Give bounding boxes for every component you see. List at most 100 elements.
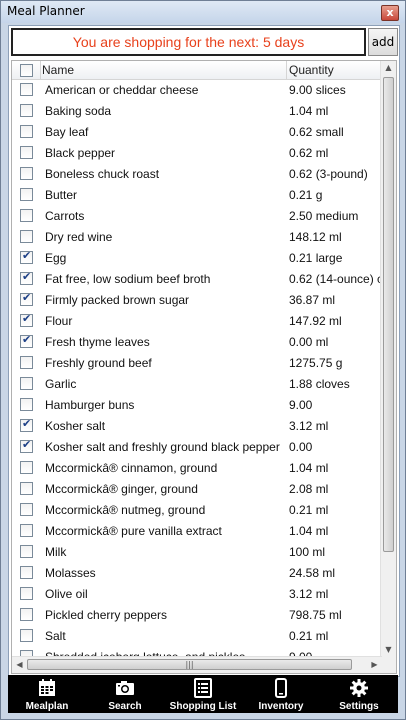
row-checkbox[interactable] — [20, 587, 33, 600]
table-row[interactable]: Olive oil 3.12 ml — [12, 584, 382, 605]
row-checkbox[interactable] — [20, 249, 33, 264]
table-row[interactable]: Molasses 24.58 ml — [12, 563, 382, 584]
row-checkbox[interactable] — [20, 312, 33, 327]
row-checkbox[interactable] — [20, 188, 33, 201]
table-row[interactable]: Carrots 2.50 medium — [12, 206, 382, 227]
horizontal-scroll-thumb[interactable]: ||| — [27, 659, 352, 670]
row-checkbox[interactable] — [20, 377, 33, 390]
table-row[interactable]: Kosher salt 3.12 ml — [12, 416, 382, 437]
vertical-scroll-thumb[interactable] — [383, 77, 394, 552]
nav-shopping-list[interactable]: Shopping List — [164, 675, 242, 713]
table-row[interactable]: Mccormickâ® nutmeg, ground 0.21 ml — [12, 500, 382, 521]
item-name: Fresh thyme leaves — [45, 335, 150, 349]
item-quantity: 0.62 (14-ounce) c — [289, 272, 382, 286]
quantity-column-header[interactable]: Quantity — [289, 63, 334, 77]
table-row[interactable]: Salt 0.21 ml — [12, 626, 382, 647]
table-row[interactable]: Pickled cherry peppers 798.75 ml — [12, 605, 382, 626]
table-row[interactable]: Baking soda 1.04 ml — [12, 101, 382, 122]
nav-mealplan[interactable]: Mealplan — [8, 675, 86, 713]
table-row[interactable]: Hamburger buns 9.00 — [12, 395, 382, 416]
item-name: Firmly packed brown sugar — [45, 293, 190, 307]
row-checkbox[interactable] — [20, 146, 33, 159]
select-all-checkbox[interactable] — [20, 64, 33, 77]
item-name: Black pepper — [45, 146, 116, 160]
table-row[interactable]: Fat free, low sodium beef broth 0.62 (14-… — [12, 269, 382, 290]
item-name: Mccormickâ® ginger, ground — [45, 482, 198, 496]
row-checkbox[interactable] — [20, 83, 33, 96]
nav-search[interactable]: Search — [86, 675, 164, 713]
item-name: Flour — [45, 314, 73, 328]
row-checkbox[interactable] — [20, 333, 33, 348]
item-quantity: 0.62 ml — [289, 146, 329, 160]
item-quantity: 798.75 ml — [289, 608, 342, 622]
row-checkbox[interactable] — [20, 270, 33, 285]
row-checkbox[interactable] — [20, 417, 33, 432]
item-name: Kosher salt — [45, 419, 106, 433]
table-row[interactable]: Mccormickâ® ginger, ground 2.08 ml — [12, 479, 382, 500]
row-checkbox[interactable] — [20, 230, 33, 243]
row-checkbox[interactable] — [20, 167, 33, 180]
name-column-header[interactable]: Name — [42, 63, 74, 77]
item-name: Olive oil — [45, 587, 88, 601]
vertical-scrollbar[interactable]: ▲ ▼ — [380, 61, 396, 657]
table-row[interactable]: Garlic 1.88 cloves — [12, 374, 382, 395]
nav-settings[interactable]: Settings — [320, 675, 398, 713]
row-checkbox[interactable] — [20, 291, 33, 306]
table-row[interactable]: Mccormickâ® pure vanilla extract 1.04 ml — [12, 521, 382, 542]
row-checkbox[interactable] — [20, 104, 33, 117]
table-row[interactable]: Flour 147.92 ml — [12, 311, 382, 332]
horizontal-scrollbar[interactable]: ◀ ||| ▶ — [12, 656, 382, 673]
row-checkbox[interactable] — [20, 398, 33, 411]
shopping-days-text: You are shopping for the next: 5 days — [72, 34, 305, 50]
item-name: Pickled cherry peppers — [45, 608, 168, 622]
row-checkbox[interactable] — [20, 438, 33, 453]
scroll-down-icon[interactable]: ▼ — [381, 643, 396, 657]
row-checkbox[interactable] — [20, 524, 33, 537]
title-bar[interactable]: Meal Planner x — [1, 1, 405, 23]
item-name: Hamburger buns — [45, 398, 135, 412]
nav-inventory[interactable]: Inventory — [242, 675, 320, 713]
row-checkbox[interactable] — [20, 629, 33, 642]
row-checkbox[interactable] — [20, 566, 33, 579]
row-checkbox[interactable] — [20, 545, 33, 558]
row-checkbox[interactable] — [20, 209, 33, 222]
item-quantity: 0.62 (3-pound) — [289, 167, 368, 181]
table-row[interactable]: Mccormickâ® cinnamon, ground 1.04 ml — [12, 458, 382, 479]
row-checkbox[interactable] — [20, 482, 33, 495]
nav-settings-label: Settings — [339, 701, 379, 712]
scroll-left-icon[interactable]: ◀ — [12, 658, 27, 672]
table-row[interactable]: Egg 0.21 large — [12, 248, 382, 269]
item-quantity: 1.04 ml — [289, 104, 329, 118]
table-row[interactable]: Milk 100 ml — [12, 542, 382, 563]
close-button[interactable]: x — [381, 5, 399, 21]
row-checkbox[interactable] — [20, 608, 33, 621]
item-name: Milk — [45, 545, 67, 559]
row-checkbox[interactable] — [20, 461, 33, 474]
item-quantity: 0.21 ml — [289, 629, 329, 643]
row-checkbox[interactable] — [20, 356, 33, 369]
table-row[interactable]: Bay leaf 0.62 small — [12, 122, 382, 143]
table-row[interactable]: Boneless chuck roast 0.62 (3-pound) — [12, 164, 382, 185]
table-header: Name Quantity — [12, 61, 382, 80]
item-quantity: 0.00 — [289, 440, 313, 454]
table-body: American or cheddar cheese 9.00 slices Bak… — [12, 80, 382, 668]
table-row[interactable]: Kosher salt and freshly ground black pep… — [12, 437, 382, 458]
row-checkbox[interactable] — [20, 503, 33, 516]
item-name: Dry red wine — [45, 230, 113, 244]
table-row[interactable]: Freshly ground beef 1275.75 g — [12, 353, 382, 374]
camera-icon — [116, 681, 134, 695]
item-quantity: 36.87 ml — [289, 293, 336, 307]
item-quantity: 0.21 ml — [289, 503, 329, 517]
table-row[interactable]: Firmly packed brown sugar 36.87 ml — [12, 290, 382, 311]
add-button[interactable]: add — [368, 28, 398, 56]
list-icon — [194, 678, 212, 698]
row-checkbox[interactable] — [20, 125, 33, 138]
table-row[interactable]: Black pepper 0.62 ml — [12, 143, 382, 164]
table-row[interactable]: Fresh thyme leaves 0.00 ml — [12, 332, 382, 353]
table-row[interactable]: Butter 0.21 g — [12, 185, 382, 206]
item-quantity: 3.12 ml — [289, 587, 329, 601]
table-row[interactable]: Dry red wine 148.12 ml — [12, 227, 382, 248]
scroll-up-icon[interactable]: ▲ — [381, 61, 396, 75]
table-row[interactable]: American or cheddar cheese 9.00 slices — [12, 80, 382, 101]
item-name: Butter — [45, 188, 78, 202]
